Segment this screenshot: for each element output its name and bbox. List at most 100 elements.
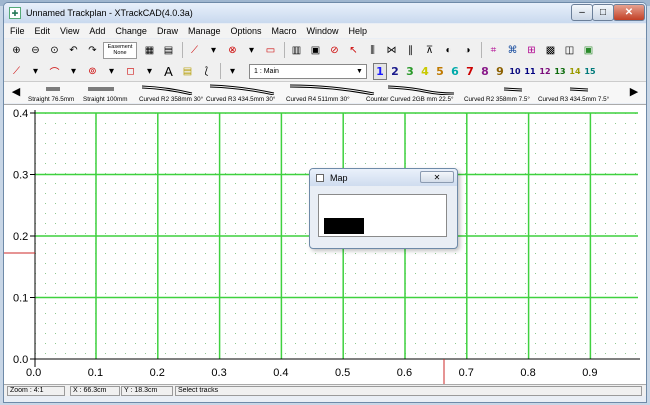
select-icon[interactable]: ▦ — [141, 42, 158, 59]
map-overview[interactable] — [318, 194, 447, 237]
menu-window[interactable]: Window — [307, 26, 339, 36]
elevation-icon[interactable]: ⊼ — [421, 42, 438, 59]
layer-button-3[interactable]: 3 — [403, 63, 417, 80]
hotbar-item[interactable]: Straight 76.5mm — [28, 82, 74, 104]
layer-select[interactable]: 1 : Main ▼ — [249, 63, 367, 79]
block-icon[interactable]: ⌗ — [485, 42, 502, 59]
layer-button-9[interactable]: 9 — [493, 63, 507, 80]
hotbar-item[interactable]: Curved R2 358mm 30° — [134, 82, 203, 104]
x-tick-label: 0.0 — [26, 367, 41, 379]
status-y: Y : 18.3cm — [121, 386, 173, 396]
close-button[interactable]: ✕ — [613, 4, 645, 21]
hotbar-item[interactable]: Straight 100mm — [76, 82, 127, 104]
switch-motor-icon[interactable]: ⌘ — [504, 42, 521, 59]
profile-icon[interactable]: ◐ — [440, 42, 457, 59]
y-tick-label: 0.2 — [13, 231, 28, 243]
turnout-icon[interactable]: ⊗ — [224, 42, 241, 59]
y-tick-label: 0.0 — [13, 354, 28, 366]
circle-icon[interactable]: ⊚ — [84, 63, 101, 80]
menu-view[interactable]: View — [60, 26, 79, 36]
hotbar-left-arrow[interactable]: ◀ — [10, 84, 22, 98]
parallel-icon[interactable]: ∥ — [402, 42, 419, 59]
delete-icon[interactable]: ⊘ — [326, 42, 343, 59]
menu-manage[interactable]: Manage — [188, 26, 221, 36]
signal-icon[interactable]: ⊞ — [523, 42, 540, 59]
map-view-rectangle[interactable] — [324, 218, 364, 234]
x-tick-label: 0.6 — [397, 367, 412, 379]
note-icon[interactable]: ▤ — [179, 63, 196, 80]
map-window: Map ✕ — [309, 168, 458, 249]
status-zoom: Zoom : 4:1 — [7, 386, 65, 396]
toolbar-separator — [284, 42, 285, 58]
layer-button-11[interactable]: 11 — [523, 63, 537, 80]
table-edge-icon[interactable]: ▭ — [262, 42, 279, 59]
layer-lock-icon[interactable]: ▾ — [224, 63, 241, 80]
main-toolbar: ⊕ ⊖ ⊙ ↶ ↷ Easement None ▦ ▤ ⟋ ▾ ⊗ ▾ ▭ ▥ … — [4, 39, 646, 61]
describe-icon[interactable]: ↖ — [345, 42, 362, 59]
menu-edit[interactable]: Edit — [35, 26, 51, 36]
maximize-button[interactable]: □ — [592, 4, 614, 21]
hide-icon[interactable]: ▩ — [542, 42, 559, 59]
layer-button-5[interactable]: 5 — [433, 63, 447, 80]
track-dropdown-icon[interactable]: ▾ — [205, 42, 222, 59]
curve-dropdown-icon[interactable]: ▾ — [65, 63, 82, 80]
layer-button-15[interactable]: 15 — [583, 63, 597, 80]
layer-button-14[interactable]: 14 — [568, 63, 582, 80]
rotate-icon[interactable]: ▥ — [288, 42, 305, 59]
menu-help[interactable]: Help — [349, 26, 368, 36]
hand-laid-icon[interactable]: ◑ — [459, 42, 476, 59]
layer-button-1[interactable]: 1 — [373, 62, 387, 80]
move-icon[interactable]: ▣ — [307, 42, 324, 59]
redo-icon[interactable]: ↷ — [84, 42, 101, 59]
layer-button-4[interactable]: 4 — [418, 63, 432, 80]
menu-bar: File Edit View Add Change Draw Manage Op… — [4, 24, 646, 38]
layer-buttons: 1 2 3 4 5 6 7 8 9 10 11 12 13 14 15 — [373, 62, 598, 80]
turnout-dropdown-icon[interactable]: ▾ — [243, 42, 260, 59]
zoom-fit-icon[interactable]: ⊙ — [46, 42, 63, 59]
menu-draw[interactable]: Draw — [157, 26, 178, 36]
menu-file[interactable]: File — [10, 26, 25, 36]
toolbar-separator — [481, 42, 482, 58]
hotbar-item[interactable]: Curved R3 434.5mm 30° — [204, 82, 280, 104]
menu-macro[interactable]: Macro — [272, 26, 297, 36]
track-icon[interactable]: ⟋ — [186, 42, 203, 59]
menu-add[interactable]: Add — [89, 26, 105, 36]
layer-button-12[interactable]: 12 — [538, 63, 552, 80]
map-title: Map — [330, 172, 348, 183]
easement-button[interactable]: Easement None — [103, 41, 137, 59]
circle-dropdown-icon[interactable]: ▾ — [103, 63, 120, 80]
ruler-icon[interactable]: ⟅ — [198, 63, 215, 80]
train-icon[interactable]: ◫ — [561, 42, 578, 59]
layer-button-2[interactable]: 2 — [388, 63, 402, 80]
layer-button-7[interactable]: 7 — [463, 63, 477, 80]
undo-icon[interactable]: ↶ — [65, 42, 82, 59]
curve-line-icon[interactable]: ⌒ — [46, 63, 63, 80]
menu-options[interactable]: Options — [230, 26, 261, 36]
join-icon[interactable]: ⋈ — [383, 42, 400, 59]
y-tick-label: 0.1 — [13, 293, 28, 305]
map-window-icon — [316, 173, 324, 182]
hotbar-item[interactable]: Curved R3 434.5mm 7.5° — [538, 82, 626, 104]
menu-change[interactable]: Change — [115, 26, 147, 36]
line-icon[interactable]: ⟋ — [8, 63, 25, 80]
hotbar-item[interactable]: Counter Curved 2GB mm 22.5° — [366, 82, 462, 104]
x-tick-label: 0.2 — [150, 367, 165, 379]
hotbar-right-arrow[interactable]: ▶ — [628, 84, 640, 98]
line-dropdown-icon[interactable]: ▾ — [27, 63, 44, 80]
split-icon[interactable]: ⫼ — [364, 42, 381, 59]
layer-button-13[interactable]: 13 — [553, 63, 567, 80]
box-dropdown-icon[interactable]: ▾ — [141, 63, 158, 80]
map-close-button[interactable]: ✕ — [420, 171, 454, 183]
layer-button-6[interactable]: 6 — [448, 63, 462, 80]
zoom-out-icon[interactable]: ⊖ — [27, 42, 44, 59]
layer-button-8[interactable]: 8 — [478, 63, 492, 80]
text-icon[interactable]: A — [160, 63, 177, 80]
layer-button-10[interactable]: 10 — [508, 63, 522, 80]
y-tick-label: 0.4 — [13, 108, 28, 120]
box-icon[interactable]: ◻ — [122, 63, 139, 80]
minimize-button[interactable]: – — [571, 4, 593, 21]
hotbar-label: Curved R3 434.5mm 30° — [206, 96, 276, 103]
train-go-icon[interactable]: ▣ — [580, 42, 597, 59]
zoom-in-icon[interactable]: ⊕ — [8, 42, 25, 59]
print-icon[interactable]: ▤ — [160, 42, 177, 59]
